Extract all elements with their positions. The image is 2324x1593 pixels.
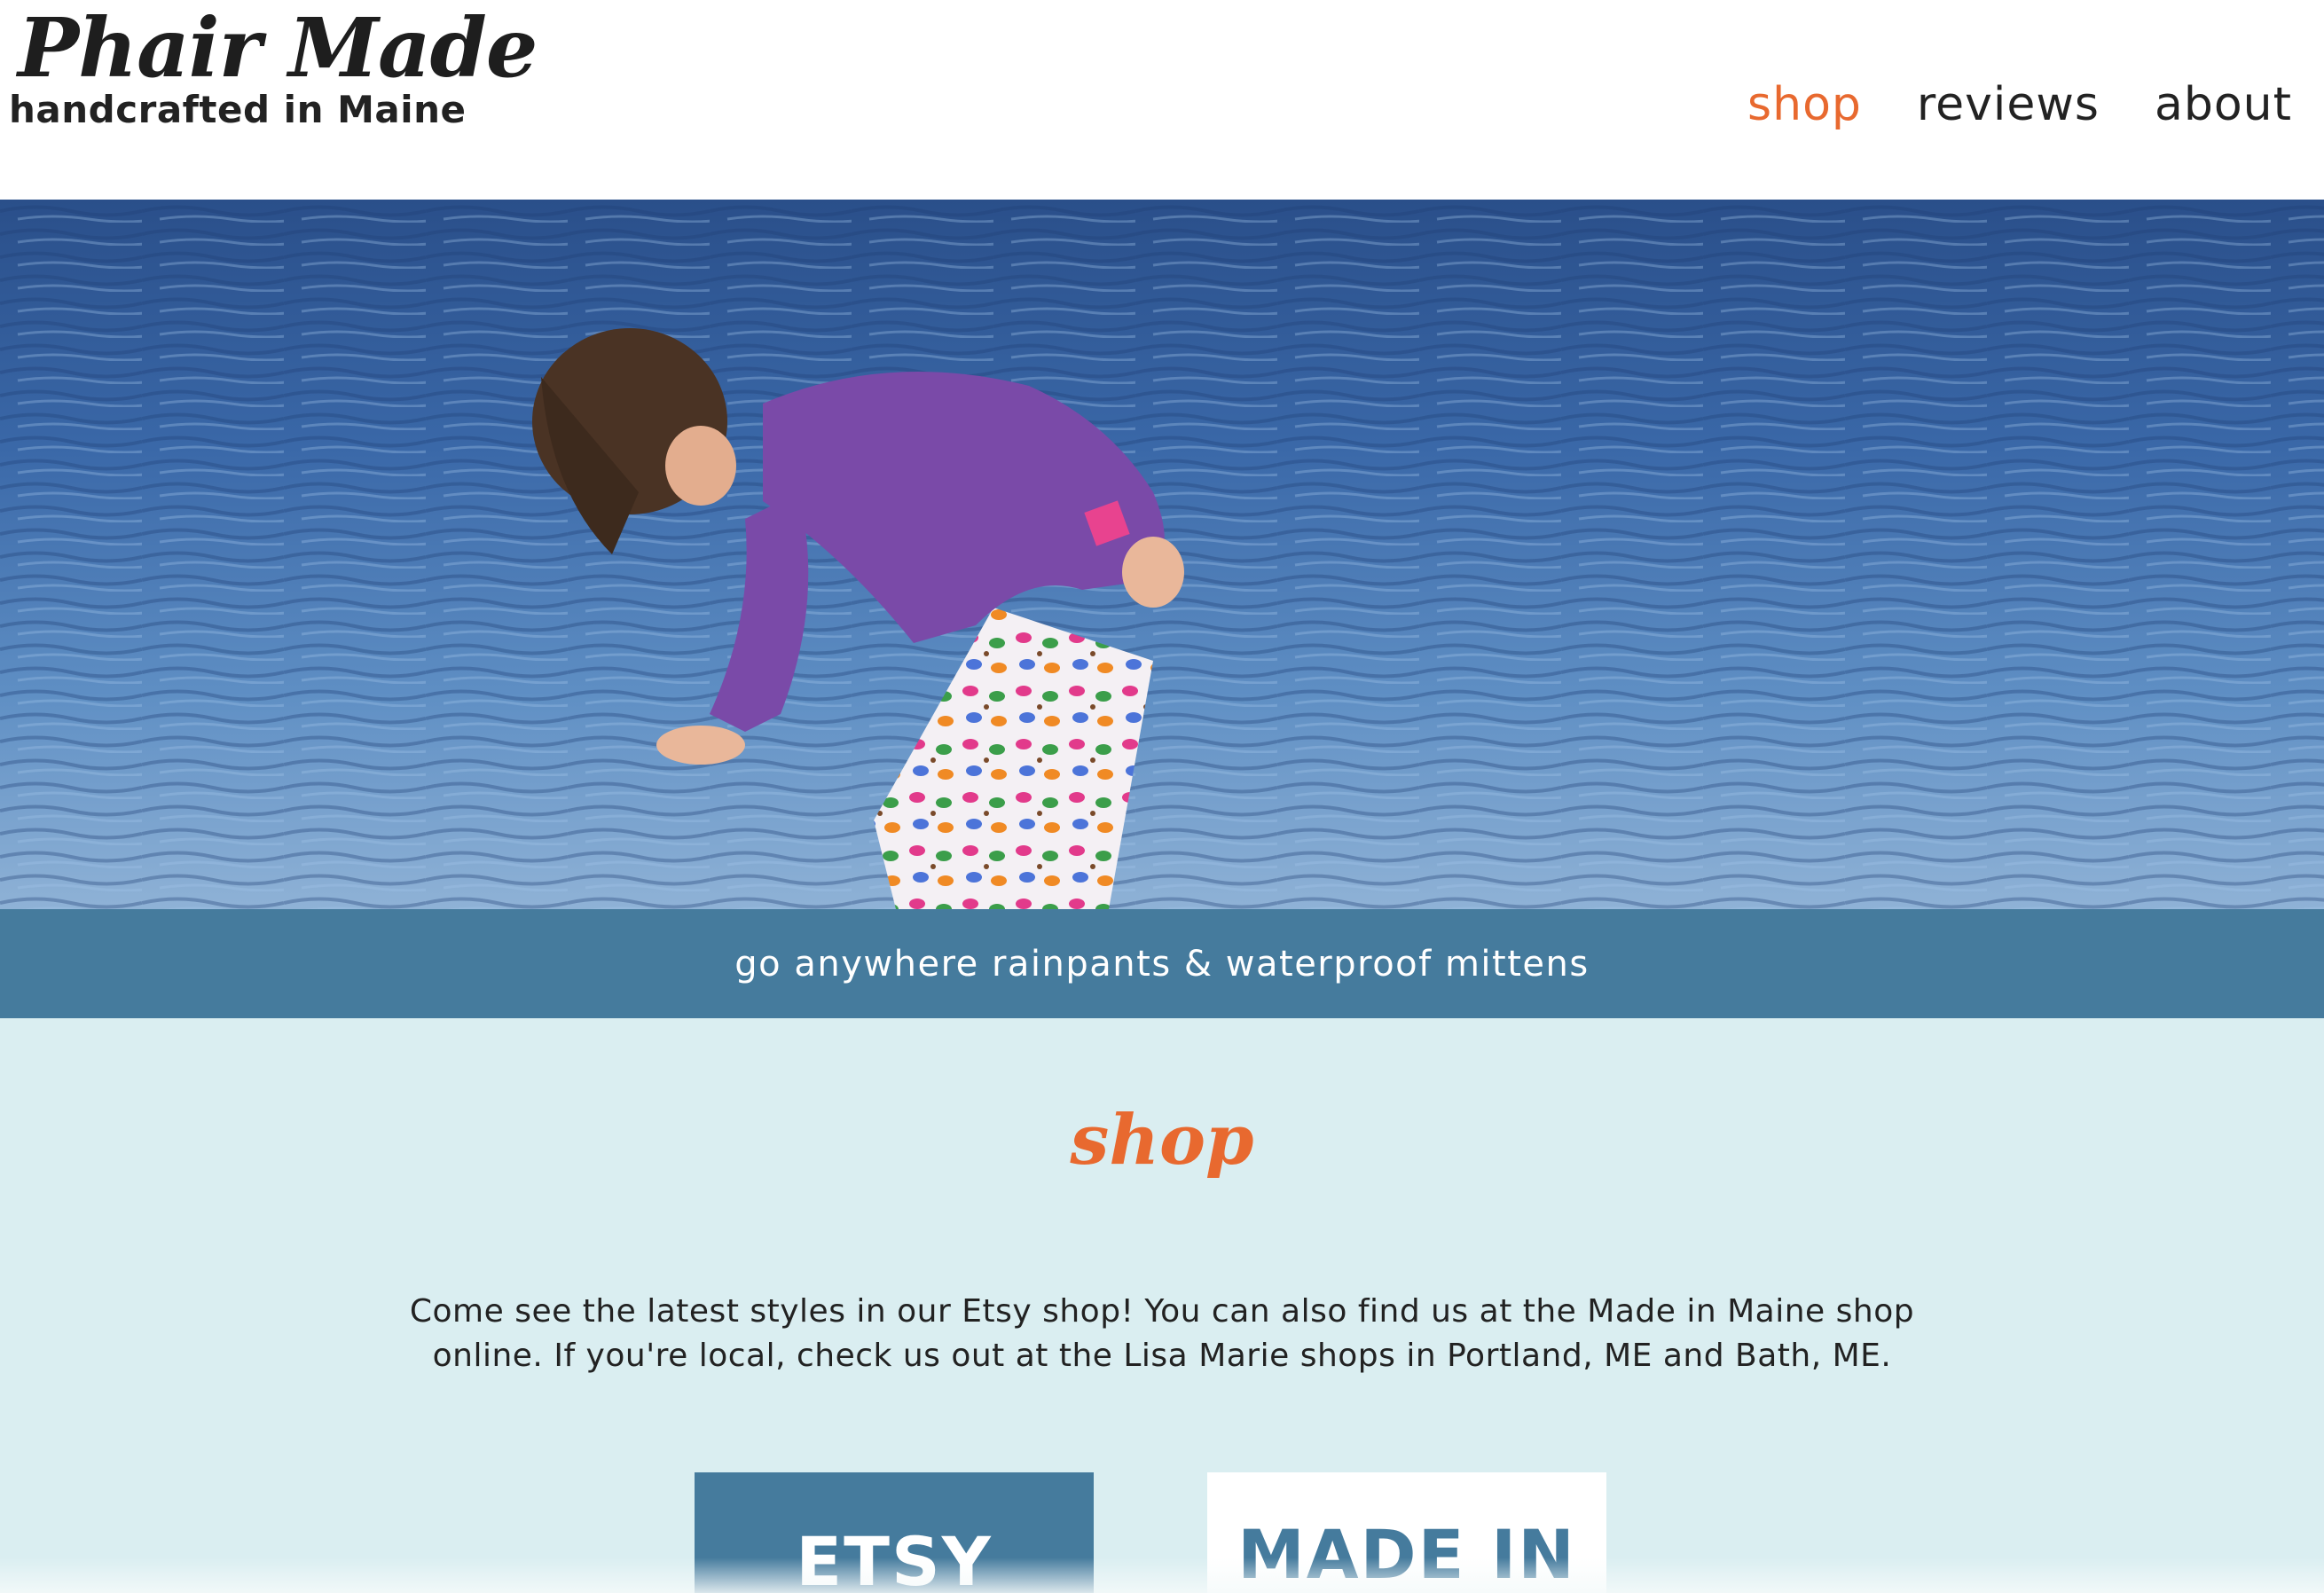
nav-about-link[interactable]: about [2155, 78, 2292, 131]
bottom-fade [0, 1558, 2324, 1593]
nav-shop-link[interactable]: shop [1747, 78, 1862, 131]
hero-photo [0, 200, 2324, 909]
banner-text: go anywhere rainpants & waterproof mitte… [734, 943, 1590, 985]
shop-heading: shop [1070, 1100, 1254, 1181]
nav-reviews-link[interactable]: reviews [1917, 78, 2100, 131]
shop-section: shop Come see the latest styles in our E… [0, 1018, 2324, 1593]
made-in-maine-button[interactable]: MADE IN [1207, 1472, 1606, 1593]
brand-title[interactable]: Phair Made [18, 5, 538, 91]
main-nav: shop reviews about [1747, 78, 2292, 131]
hero-image [0, 200, 2324, 909]
brand[interactable]: Phair Made handcrafted in Maine [9, 5, 538, 131]
site-header: Phair Made handcrafted in Maine shop rev… [0, 0, 2324, 200]
brand-tagline: handcrafted in Maine [9, 87, 467, 131]
etsy-shop-button[interactable]: ETSY [695, 1472, 1094, 1593]
hero-banner: go anywhere rainpants & waterproof mitte… [0, 909, 2324, 1018]
shop-description: Come see the latest styles in our Etsy s… [409, 1293, 1915, 1374]
